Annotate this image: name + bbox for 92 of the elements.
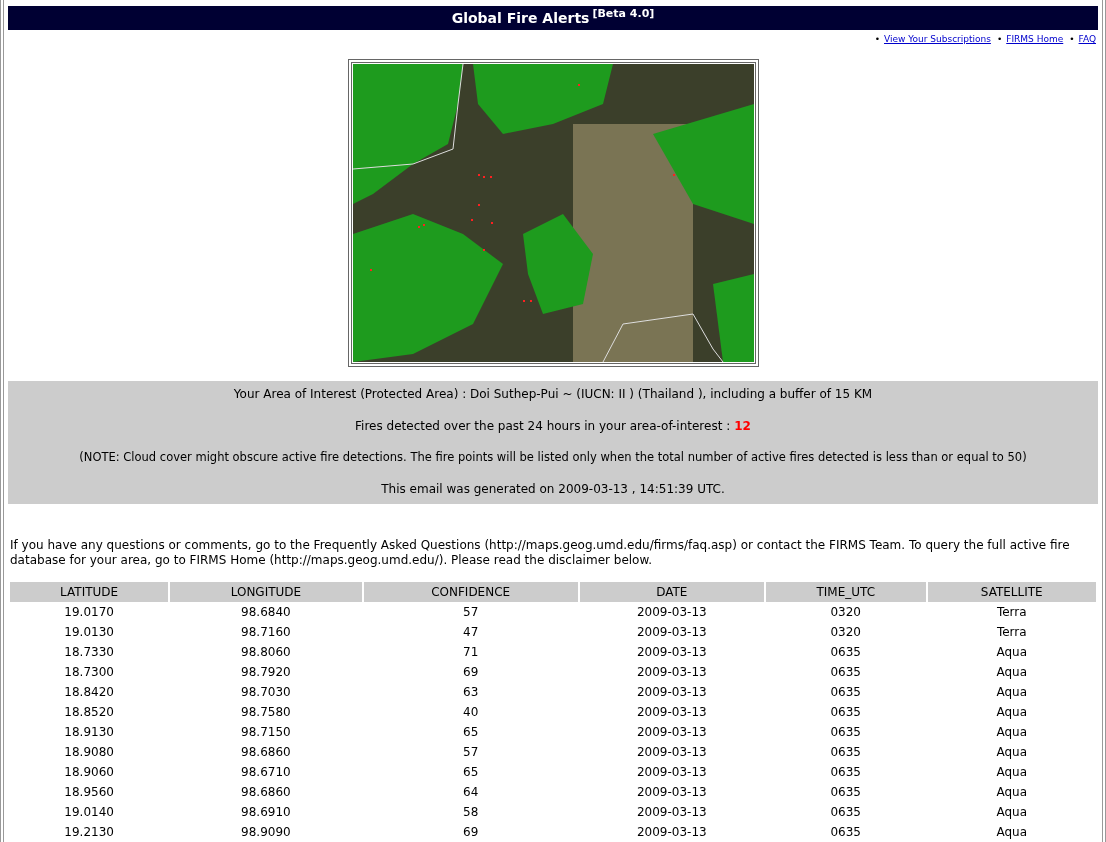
table-cell-text: 2009-03-13 — [635, 823, 708, 841]
column-header: LATITUDE — [9, 581, 170, 602]
table-cell-text: 58 — [462, 803, 480, 821]
table-cell-text: 2009-03-13 — [635, 723, 708, 741]
table-cell-text: 18.8520 — [63, 703, 115, 721]
table-cell-text: Aqua — [995, 823, 1029, 841]
table-cell-text: 98.8060 — [240, 643, 292, 661]
table-cell-text: 2009-03-13 — [635, 663, 708, 681]
table-cell-text: 98.6860 — [240, 743, 292, 761]
table-cell-text: 65 — [462, 723, 480, 741]
nav-link[interactable]: FAQ — [1078, 33, 1096, 47]
column-header: SATELLITE — [926, 581, 1097, 602]
bullet: • — [874, 33, 880, 46]
table-cell-text: 0635 — [829, 763, 862, 781]
table-cell: Terra — [926, 601, 1097, 622]
table-cell-text: 0635 — [829, 643, 862, 661]
table-cell: 57 — [362, 601, 579, 622]
table-cell-text: Aqua — [995, 643, 1029, 661]
page-title: Global Fire Alerts — [451, 8, 590, 28]
table-cell-text: 47 — [462, 623, 480, 641]
table-cell-text: 2009-03-13 — [635, 623, 708, 641]
table-cell-text: 98.7030 — [240, 683, 292, 701]
table-cell-text: 2009-03-13 — [635, 683, 708, 701]
table-cell-text: 63 — [462, 683, 480, 701]
table-cell-text: 98.7920 — [240, 663, 292, 681]
table-cell: 0320 — [764, 601, 927, 622]
table-cell-text: Aqua — [995, 763, 1029, 781]
table-cell-text: 0320 — [829, 623, 862, 641]
table-cell-text: Aqua — [995, 803, 1029, 821]
table-cell-text: 98.9090 — [240, 823, 292, 841]
table-cell: 98.6840 — [169, 601, 363, 622]
table-cell-text: 18.7300 — [63, 663, 115, 681]
table-cell-text: 98.7160 — [240, 623, 292, 641]
nav-link[interactable]: FIRMS Home — [1006, 33, 1064, 47]
table-cell-text: 57 — [462, 743, 480, 761]
table-cell: 19.0170 — [9, 601, 170, 622]
table-cell-text: Aqua — [995, 743, 1029, 761]
table-cell-text: 0635 — [829, 723, 862, 741]
table-cell-text: 18.9060 — [63, 763, 115, 781]
table-cell-text: 98.6860 — [240, 783, 292, 801]
fire-count: 12 — [734, 417, 751, 435]
table-cell-text: 19.0130 — [63, 623, 115, 641]
table-cell-text: Aqua — [995, 683, 1029, 701]
table-cell-text: 2009-03-13 — [635, 743, 708, 761]
table-cell-text: 19.2130 — [63, 823, 115, 841]
table-cell-text: Aqua — [995, 703, 1029, 721]
column-header: DATE — [578, 581, 765, 602]
table-cell-text: 18.9130 — [63, 723, 115, 741]
table-cell-text: 69 — [462, 663, 480, 681]
table-cell-text: Terra — [995, 623, 1028, 641]
table-cell-text: 0635 — [829, 823, 862, 841]
table-cell-text: 2009-03-13 — [635, 803, 708, 821]
table-cell-text: 71 — [462, 643, 480, 661]
column-header: CONFIDENCE — [362, 581, 579, 602]
table-cell-text: 98.7150 — [240, 723, 292, 741]
table-cell-text: 98.6710 — [240, 763, 292, 781]
table-cell-text: 65 — [462, 763, 480, 781]
table-cell-text: 0635 — [829, 743, 862, 761]
table-cell-text: 0635 — [829, 683, 862, 701]
generated-text: This email was generated on 2009-03-13 , 14:51:39 UTC. — [381, 480, 725, 498]
table-cell-text: 0635 — [829, 703, 862, 721]
table-cell-text: 18.8420 — [63, 683, 115, 701]
note-text: (NOTE: Cloud cover might obscure active fire detections. The fire points will be listed only when the total number of active fires detected is less than or equal to 50) — [79, 448, 1027, 466]
table-cell-text: 18.7330 — [63, 643, 115, 661]
table-cell-text: 40 — [462, 703, 480, 721]
table-cell-text: 69 — [462, 823, 480, 841]
table-cell-text: 98.7580 — [240, 703, 292, 721]
table-cell: 2009-03-13 — [578, 601, 765, 622]
table-cell-text: 18.9560 — [63, 783, 115, 801]
nav-link[interactable]: View Your Subscriptions — [884, 33, 991, 47]
table-cell-text: 0635 — [829, 663, 862, 681]
table-cell-text: Aqua — [995, 783, 1029, 801]
column-header: LONGITUDE — [169, 581, 363, 602]
table-cell-text: 0635 — [829, 803, 862, 821]
table-cell-text: Aqua — [995, 663, 1029, 681]
area-text: Your Area of Interest (Protected Area) : Doi Suthep-Pui ~ (IUCN: II ) (Thailand ), including a buffer of 15 KM — [233, 385, 873, 403]
version-label: [Beta 4.0] — [592, 5, 655, 22]
table-cell-text: 0635 — [829, 783, 862, 801]
table-cell-text: 2009-03-13 — [635, 703, 708, 721]
table-cell-text: 19.0140 — [63, 803, 115, 821]
table-cell-text: Aqua — [995, 723, 1029, 741]
fires-label: Fires detected over the past 24 hours in your area-of-interest : — [355, 417, 731, 435]
column-header: TIME_UTC — [764, 581, 927, 602]
info-paragraph: If you have any questions or comments, go to the Frequently Asked Questions (http://maps.geog.umd.edu/firms/faq.asp) or contact the FIRMS Team. To query the full active fire database for your area, go to FIRMS Home (http://maps.geog.umd.edu/). Please read the disclaimer below. — [9, 537, 1071, 568]
table-cell-text: 2009-03-13 — [635, 643, 708, 661]
table-cell-text: 98.6910 — [240, 803, 292, 821]
table-cell-text: 18.9080 — [63, 743, 115, 761]
table-cell-text: 2009-03-13 — [635, 783, 708, 801]
bullet: • — [996, 33, 1003, 46]
table-cell-text: 2009-03-13 — [635, 763, 708, 781]
table-cell-text: 64 — [462, 783, 480, 801]
bullet: • — [1069, 33, 1075, 46]
